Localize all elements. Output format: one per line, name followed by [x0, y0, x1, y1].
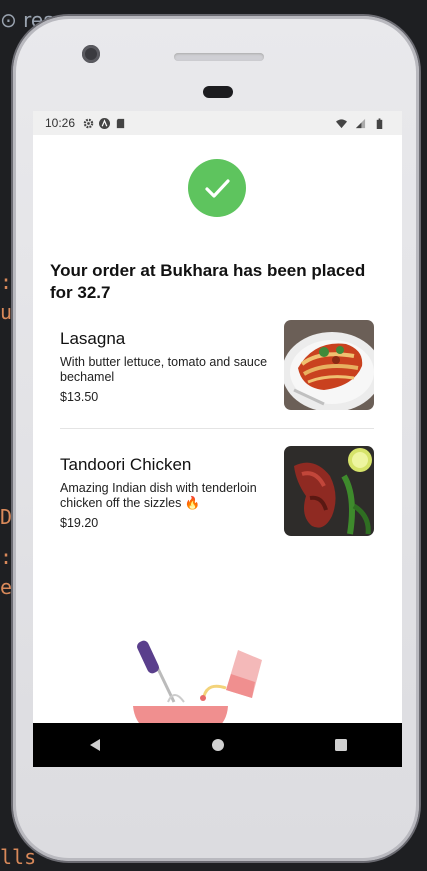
home-button[interactable] [198, 725, 238, 765]
back-icon [89, 739, 100, 751]
back-button[interactable] [75, 725, 115, 765]
android-nav-bar [33, 723, 402, 767]
status-time: 10:26 [45, 116, 76, 130]
success-check-icon [188, 159, 246, 217]
wifi-icon [336, 118, 347, 128]
settings-icon [83, 118, 94, 128]
home-icon [211, 739, 224, 751]
editor-fragment: : [0, 545, 13, 569]
tandoori-chicken-image [284, 446, 374, 536]
editor-fragment: e [0, 575, 13, 599]
a-icon [99, 117, 111, 129]
editor-fragment: : [0, 270, 13, 294]
status-bar: 10:26 [33, 111, 402, 135]
signal-icon [355, 118, 366, 128]
order-headline: Your order at Bukhara has been placed fo… [50, 261, 366, 302]
proximity-sensor [203, 86, 233, 98]
editor-fragment: u [0, 300, 13, 324]
recents-icon [334, 739, 347, 751]
item-name: Lasagna [60, 329, 126, 348]
lasagna-image [284, 320, 374, 410]
order-item[interactable]: Lasagna With butter lettuce, tomato and … [60, 320, 374, 410]
item-description: With butter lettuce, tomato and sauce be… [60, 355, 268, 384]
recents-button[interactable] [321, 725, 361, 765]
item-divider [60, 428, 374, 429]
battery-icon [376, 117, 383, 129]
item-description: Amazing Indian dish with tenderloin chic… [60, 481, 257, 510]
editor-fragment: lls [0, 845, 37, 869]
sd-card-icon [116, 118, 125, 128]
front-camera [82, 45, 100, 63]
earpiece-speaker [174, 53, 264, 61]
editor-fragment: D [0, 505, 13, 529]
order-item[interactable]: Tandoori Chicken Amazing Indian dish wit… [60, 446, 374, 536]
phone-frame: 10:26 Your order at Bukhara has been pla… [13, 16, 419, 861]
item-price: $19.20 [60, 516, 99, 530]
app-screen: 10:26 Your order at Bukhara has been pla… [33, 111, 402, 767]
item-name: Tandoori Chicken [60, 455, 192, 474]
item-price: $13.50 [60, 390, 99, 404]
order-confirmation: Your order at Bukhara has been placed fo… [33, 135, 402, 738]
